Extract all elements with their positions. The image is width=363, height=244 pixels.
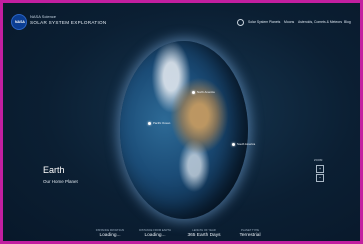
stat-length-of-year: LENGTH OF YEAR 365 Earth Days bbox=[179, 229, 229, 238]
site-title[interactable]: SOLAR SYSTEM EXPLORATION bbox=[30, 20, 107, 25]
marker-south-america[interactable] bbox=[232, 143, 235, 146]
stat-value: Loading... bbox=[144, 233, 166, 238]
stat-distance-from-sun: DISTANCE FROM SUN Loading... bbox=[85, 229, 135, 238]
nasa-logo-text: NASA bbox=[15, 20, 25, 24]
zoom-out-button[interactable]: − bbox=[316, 174, 324, 182]
stat-value: Loading... bbox=[99, 233, 121, 238]
stat-label: DISTANCE FROM EARTH bbox=[139, 229, 171, 232]
stat-value: 365 Earth Days bbox=[187, 233, 221, 238]
stat-label: PLANET TYPE bbox=[240, 229, 260, 232]
nasa-logo[interactable]: NASA bbox=[11, 14, 27, 30]
zoom-in-button[interactable]: + bbox=[316, 165, 324, 173]
stat-planet-type: PLANET TYPE Terrestrial bbox=[225, 229, 275, 238]
marker-label-north-america: North America bbox=[197, 90, 215, 94]
marker-pacific-ocean[interactable] bbox=[148, 122, 151, 125]
zoom-label: ZOOM bbox=[314, 158, 323, 162]
nav-solar-system[interactable]: Solar System bbox=[248, 20, 268, 24]
planet-tagline: Our Home Planet bbox=[43, 179, 78, 184]
nav-planets[interactable]: Planets bbox=[269, 20, 280, 24]
earth-globe[interactable] bbox=[120, 41, 248, 219]
planet-name: Earth bbox=[43, 165, 65, 175]
marker-label-pacific-ocean: Pacific Ocean bbox=[153, 121, 171, 125]
nav-moons[interactable]: Moons bbox=[284, 20, 294, 24]
nav-blog[interactable]: Blog bbox=[344, 20, 351, 24]
site-subtitle: NASA Science bbox=[30, 14, 57, 19]
marker-label-south-america: South America bbox=[237, 142, 256, 146]
settings-icon[interactable] bbox=[237, 19, 244, 26]
stat-label: DISTANCE FROM SUN bbox=[95, 229, 125, 232]
marker-north-america[interactable] bbox=[192, 91, 195, 94]
stat-distance-from-earth: DISTANCE FROM EARTH Loading... bbox=[130, 229, 180, 238]
stat-value: Terrestrial bbox=[239, 233, 261, 238]
stat-label: LENGTH OF YEAR bbox=[192, 229, 216, 232]
app-frame: NASA NASA Science SOLAR SYSTEM EXPLORATI… bbox=[3, 3, 360, 241]
nav-asteroids-comets-meteors[interactable]: Asteroids, Comets & Meteors bbox=[298, 20, 342, 24]
